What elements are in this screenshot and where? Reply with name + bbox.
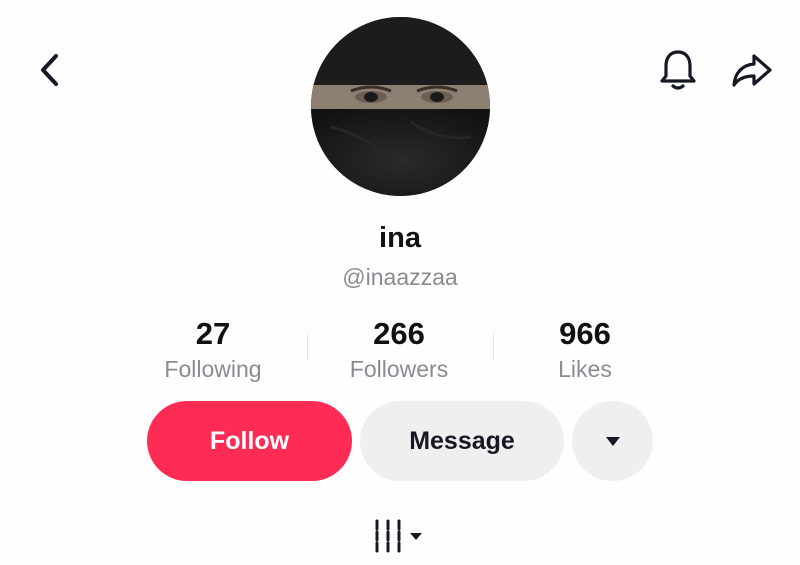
stat-likes[interactable]: 966 Likes <box>485 316 685 384</box>
notification-button[interactable] <box>654 46 702 94</box>
profile-screen: ina @inaazzaa 27 Following 266 Followers… <box>0 0 800 565</box>
message-button[interactable]: Message <box>360 401 564 481</box>
following-count: 27 <box>195 316 231 351</box>
avatar[interactable] <box>311 17 490 196</box>
more-options-button[interactable] <box>572 401 653 481</box>
back-button[interactable] <box>28 48 72 92</box>
profile-photo <box>311 17 490 196</box>
followers-label: Followers <box>349 356 449 382</box>
share-button[interactable] <box>726 46 778 94</box>
share-arrow-icon <box>732 54 772 87</box>
followers-count: 266 <box>373 316 425 351</box>
bell-icon <box>660 50 696 90</box>
stat-followers[interactable]: 266 Followers <box>299 316 499 384</box>
chevron-left-icon <box>41 54 58 86</box>
follow-button[interactable]: Follow <box>147 401 352 481</box>
grid-columns-icon <box>375 519 401 553</box>
following-label: Following <box>164 356 262 382</box>
stat-following[interactable]: 27 Following <box>113 316 313 384</box>
likes-label: Likes <box>558 356 612 382</box>
display-name: ina <box>379 222 421 254</box>
caret-down-icon <box>605 436 620 446</box>
username: @inaazzaa <box>342 264 458 290</box>
likes-count: 966 <box>559 316 611 351</box>
tab-videos[interactable] <box>372 516 432 556</box>
caret-down-icon <box>410 532 422 540</box>
